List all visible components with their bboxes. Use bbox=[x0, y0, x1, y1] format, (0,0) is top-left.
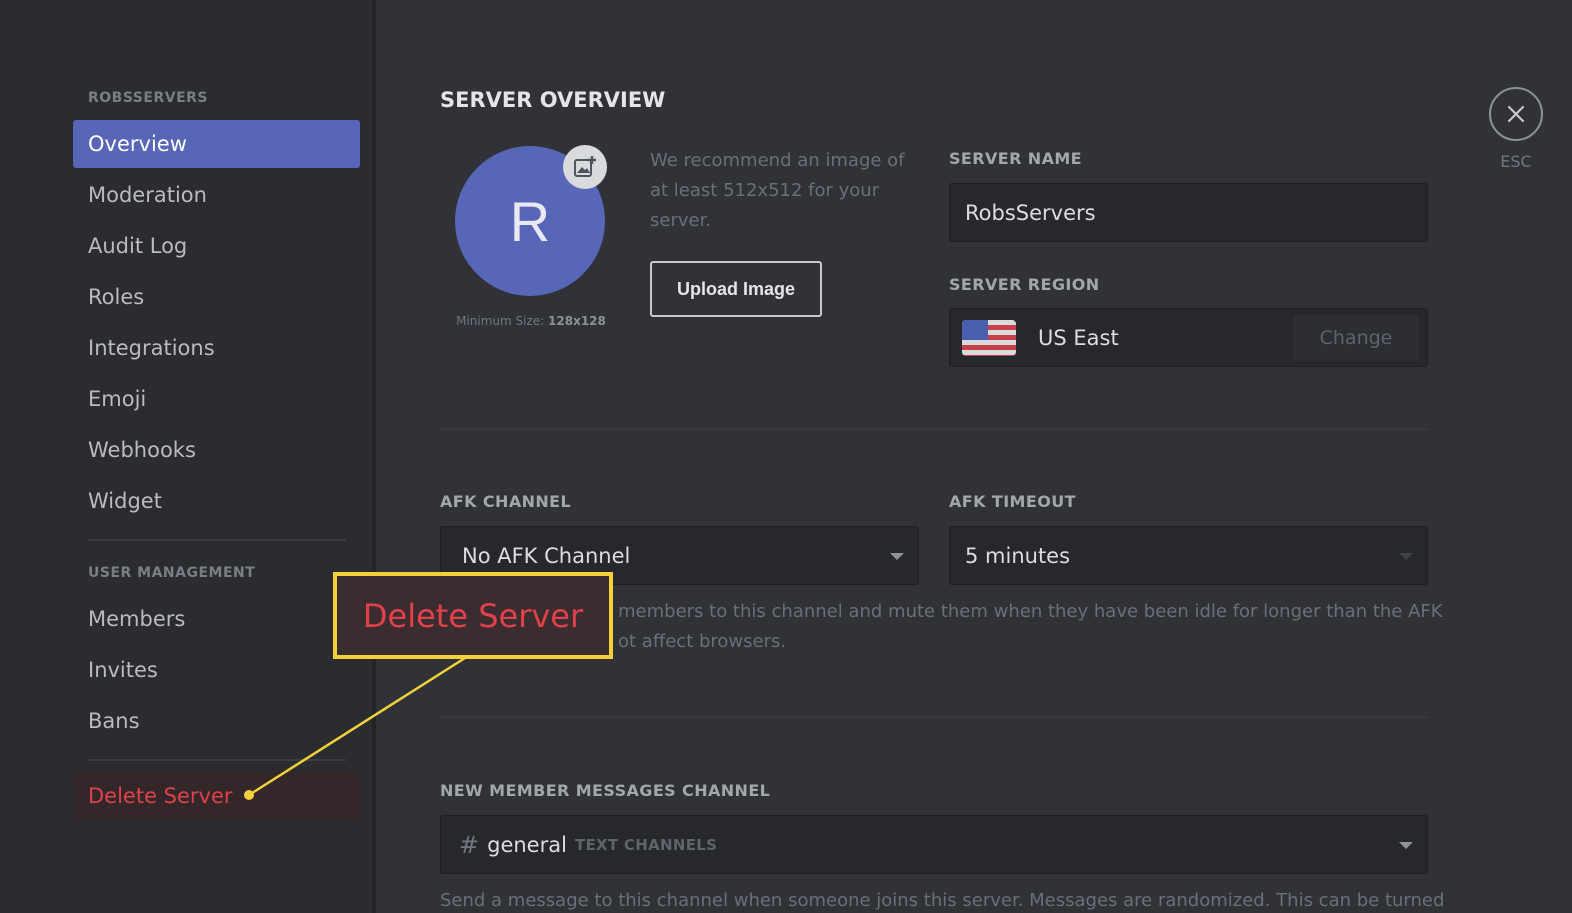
sidebar-item-delete-server[interactable]: Delete Server bbox=[73, 772, 360, 820]
sidebar-item-moderation[interactable]: Moderation bbox=[73, 171, 360, 219]
channel-category: TEXT CHANNELS bbox=[574, 835, 718, 854]
chevron-down-icon bbox=[890, 553, 904, 560]
add-image-icon[interactable] bbox=[563, 145, 607, 189]
hash-icon: # bbox=[459, 830, 480, 859]
sidebar-item-emoji[interactable]: Emoji bbox=[73, 375, 360, 423]
page-title: SERVER OVERVIEW bbox=[440, 88, 666, 112]
change-region-button[interactable]: Change bbox=[1293, 315, 1419, 361]
minimum-size-value: 128x128 bbox=[548, 314, 606, 328]
server-name-input[interactable]: RobsServers bbox=[949, 183, 1428, 242]
afk-timeout-value: 5 minutes bbox=[965, 543, 1071, 568]
server-region-field: US East Change bbox=[949, 308, 1428, 367]
sidebar-item-members[interactable]: Members bbox=[73, 595, 360, 643]
delete-server-callout: Delete Server bbox=[333, 572, 613, 659]
minimum-size-label: Minimum Size: bbox=[456, 314, 549, 328]
afk-timeout-select[interactable]: 5 minutes bbox=[949, 526, 1428, 585]
sidebar-item-bans[interactable]: Bans bbox=[73, 697, 360, 745]
close-icon[interactable] bbox=[1489, 87, 1543, 141]
sidebar-item-webhooks[interactable]: Webhooks bbox=[73, 426, 360, 474]
sidebar-item-overview[interactable]: Overview bbox=[73, 120, 360, 168]
afk-channel-label: AFK CHANNEL bbox=[440, 492, 572, 511]
server-region-value: US East bbox=[1038, 325, 1119, 350]
esc-label: ESC bbox=[1500, 152, 1532, 171]
sidebar-item-widget[interactable]: Widget bbox=[73, 477, 360, 525]
image-recommendation-text: We recommend an image of at least 512x51… bbox=[650, 150, 905, 231]
minimum-size-hint: Minimum Size: 128x128 bbox=[455, 314, 607, 328]
sidebar-item-integrations[interactable]: Integrations bbox=[73, 324, 360, 372]
server-name-heading: ROBSSERVERS bbox=[88, 90, 208, 106]
sidebar-divider bbox=[88, 539, 346, 541]
new-member-channel-label: NEW MEMBER MESSAGES CHANNEL bbox=[440, 781, 771, 800]
section-divider bbox=[440, 716, 1428, 718]
afk-timeout-label: AFK TIMEOUT bbox=[949, 492, 1076, 511]
us-flag-icon bbox=[962, 319, 1016, 356]
new-member-channel-value: general bbox=[487, 832, 567, 857]
sidebar-divider bbox=[88, 759, 346, 761]
sidebar-item-audit-log[interactable]: Audit Log bbox=[73, 222, 360, 270]
settings-sidebar: ROBSSERVERS Overview Moderation Audit Lo… bbox=[0, 0, 376, 913]
afk-help-text-line2: ot affect browsers. bbox=[618, 631, 787, 652]
section-divider bbox=[440, 428, 1428, 430]
sidebar-item-invites[interactable]: Invites bbox=[73, 646, 360, 694]
afk-help-text-line1: members to this channel and mute them wh… bbox=[618, 601, 1443, 622]
server-name-label: SERVER NAME bbox=[949, 149, 1083, 168]
chevron-down-icon bbox=[1399, 553, 1413, 560]
server-icon-uploader[interactable]: R bbox=[455, 145, 607, 298]
user-management-heading: USER MANAGEMENT bbox=[88, 565, 256, 581]
new-member-channel-select[interactable]: # general TEXT CHANNELS bbox=[440, 815, 1428, 874]
server-overview-panel: SERVER OVERVIEW R Minimum Size: 128x128 … bbox=[380, 0, 1572, 913]
sidebar-item-roles[interactable]: Roles bbox=[73, 273, 360, 321]
upload-image-button[interactable]: Upload Image bbox=[650, 261, 822, 317]
chevron-down-icon bbox=[1399, 842, 1413, 849]
server-region-label: SERVER REGION bbox=[949, 275, 1100, 294]
afk-channel-value: No AFK Channel bbox=[462, 543, 631, 568]
new-member-help-text: Send a message to this channel when some… bbox=[440, 890, 1445, 911]
